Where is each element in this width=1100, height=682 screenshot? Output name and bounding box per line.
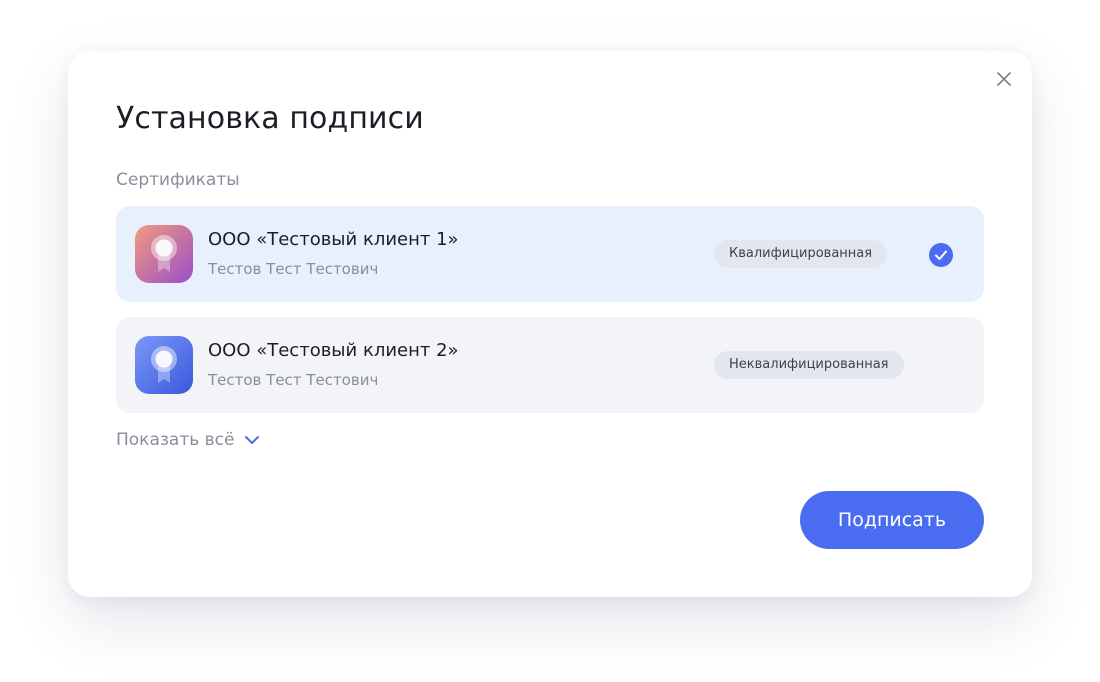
- show-all-label: Показать всё: [116, 430, 235, 450]
- certificate-card-2[interactable]: ООО «Тестовый клиент 2» Тестов Тест Тест…: [116, 317, 984, 413]
- certificate-organization: ООО «Тестовый клиент 2»: [208, 340, 459, 361]
- modal-title: Установка подписи: [116, 101, 424, 136]
- certificate-award-icon: [135, 225, 193, 283]
- certificate-organization: ООО «Тестовый клиент 1»: [208, 229, 459, 250]
- certificate-award-icon: [135, 336, 193, 394]
- certificate-owner: Тестов Тест Тестович: [208, 371, 379, 389]
- certificates-label: Сертификаты: [116, 170, 240, 190]
- certificate-type-badge: Неквалифицированная: [714, 351, 904, 379]
- close-icon: [997, 72, 1011, 86]
- certificate-owner: Тестов Тест Тестович: [208, 260, 379, 278]
- certificate-type-badge: Квалифицированная: [714, 240, 888, 268]
- signature-modal: Установка подписи Сертификаты ООО «Тесто…: [68, 51, 1032, 597]
- certificate-card-1[interactable]: ООО «Тестовый клиент 1» Тестов Тест Тест…: [116, 206, 984, 302]
- sign-button[interactable]: Подписать: [800, 491, 984, 549]
- chevron-down-icon: [245, 436, 260, 444]
- close-button[interactable]: [993, 68, 1015, 90]
- certificate-list: ООО «Тестовый клиент 1» Тестов Тест Тест…: [116, 206, 984, 428]
- check-icon: [929, 243, 953, 267]
- show-all-link[interactable]: Показать всё: [116, 429, 260, 451]
